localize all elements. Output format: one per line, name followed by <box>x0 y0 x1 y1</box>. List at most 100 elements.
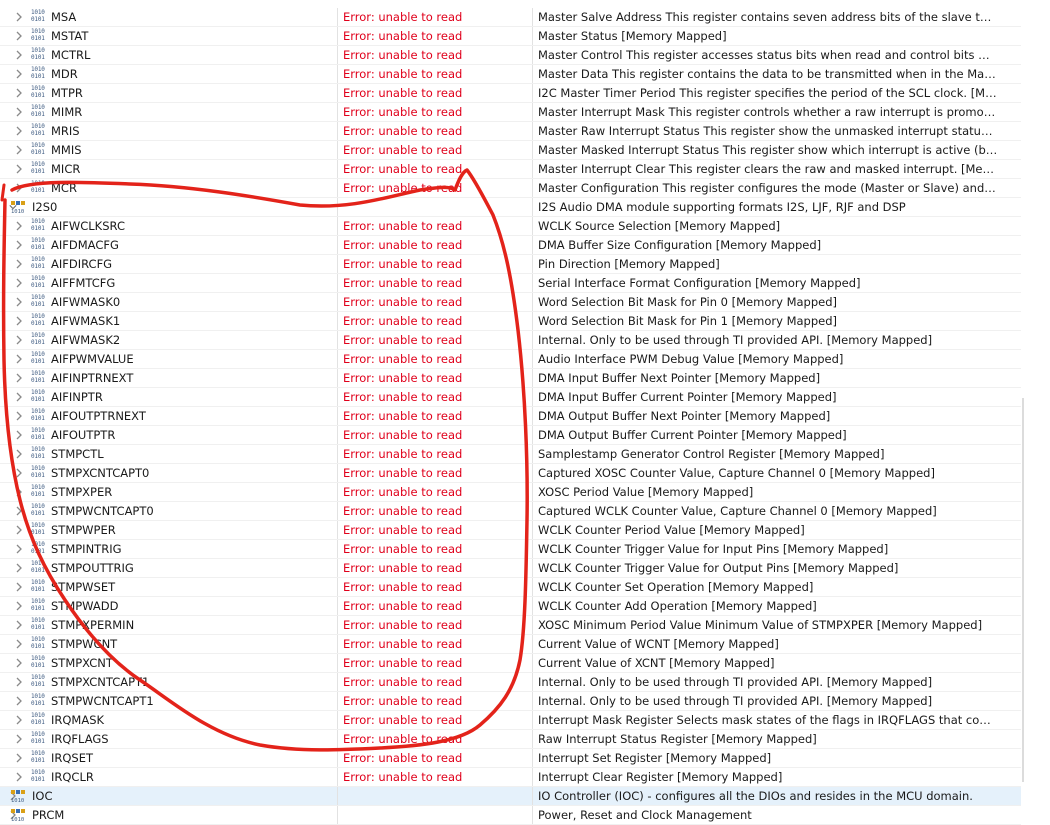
register-row[interactable]: 1010 0101 MICR Error: unable to read Master… <box>0 160 1021 179</box>
description-cell: Master Masked Interrupt Status This regi… <box>533 141 1021 159</box>
register-row[interactable]: 1010 0101 MCTRL Error: unable to read Maste… <box>0 46 1021 65</box>
register-row[interactable]: 1010 0101 STMPXCNTCAPT1 Error: unable to r… <box>0 673 1021 692</box>
register-row[interactable]: 1010 0101 STMPWCNTCAPT1 Error: unable to r… <box>0 692 1021 711</box>
chevron-right-icon[interactable] <box>14 523 24 537</box>
peripheral-row[interactable]: 1010 IOC IO Controller (IOC) - configures … <box>0 787 1021 806</box>
register-row[interactable]: 1010 0101 AIFOUTPTR Error: unable to read D… <box>0 426 1021 445</box>
register-row[interactable]: 1010 0101 MTPR Error: unable to read I2C Ma… <box>0 84 1021 103</box>
register-row[interactable]: 1010 0101 STMPCTL Error: unable to read Sam… <box>0 445 1021 464</box>
register-row[interactable]: 1010 0101 AIFWMASK0 Error: unable to read W… <box>0 293 1021 312</box>
chevron-right-icon[interactable] <box>14 124 24 138</box>
chevron-right-icon[interactable] <box>14 542 24 556</box>
chevron-right-icon[interactable] <box>14 143 24 157</box>
register-row[interactable]: 1010 0101 STMPOUTTRIG Error: unable to rea… <box>0 559 1021 578</box>
register-row[interactable]: 1010 0101 IRQFLAGS Error: unable to read Ra… <box>0 730 1021 749</box>
chevron-right-icon[interactable] <box>14 314 24 328</box>
scrollbar-thumb[interactable] <box>1022 398 1024 782</box>
register-row[interactable]: 1010 0101 AIFFMTCFG Error: unable to read S… <box>0 274 1021 293</box>
chevron-right-icon[interactable] <box>14 637 24 651</box>
register-row[interactable]: 1010 0101 AIFWCLKSRC Error: unable to read… <box>0 217 1021 236</box>
chevron-right-icon[interactable] <box>14 504 24 518</box>
chevron-right-icon[interactable] <box>14 485 24 499</box>
description-text: Power, Reset and Clock Management <box>538 808 752 822</box>
name-cell: 1010 0101 AIFINPTRNEXT <box>0 369 338 387</box>
chevron-right-icon[interactable] <box>14 447 24 461</box>
chevron-right-icon[interactable] <box>14 618 24 632</box>
register-row[interactable]: 1010 0101 STMPXPER Error: unable to read XO… <box>0 483 1021 502</box>
chevron-right-icon[interactable] <box>14 751 24 765</box>
register-row[interactable]: 1010 0101 AIFDMACFG Error: unable to read D… <box>0 236 1021 255</box>
register-row[interactable]: 1010 0101 IRQMASK Error: unable to read Int… <box>0 711 1021 730</box>
register-row[interactable]: 1010 0101 AIFOUTPTRNEXT Error: unable to r… <box>0 407 1021 426</box>
register-row[interactable]: 1010 0101 AIFPWMVALUE Error: unable to rea… <box>0 350 1021 369</box>
chevron-right-icon[interactable] <box>14 713 24 727</box>
chevron-right-icon[interactable] <box>14 732 24 746</box>
register-row[interactable]: 1010 0101 AIFWMASK2 Error: unable to read I… <box>0 331 1021 350</box>
chevron-right-icon[interactable] <box>14 219 24 233</box>
description-text: Master Masked Interrupt Status This regi… <box>538 143 998 157</box>
chevron-right-icon[interactable] <box>14 580 24 594</box>
chevron-right-icon[interactable] <box>14 675 24 689</box>
chevron-right-icon[interactable] <box>14 29 24 43</box>
register-row[interactable]: 1010 0101 MSA Error: unable to read Master … <box>0 8 1021 27</box>
register-row[interactable]: 1010 0101 STMPWCNT Error: unable to read Cu… <box>0 635 1021 654</box>
register-row[interactable]: 1010 0101 AIFWMASK1 Error: unable to read W… <box>0 312 1021 331</box>
register-row[interactable]: 1010 0101 MRIS Error: unable to read Master… <box>0 122 1021 141</box>
name-cell: 1010 0101 STMPXPER <box>0 483 338 501</box>
register-row[interactable]: 1010 0101 MMIS Error: unable to read Master… <box>0 141 1021 160</box>
description-text: Samplestamp Generator Control Register [… <box>538 447 885 461</box>
register-row[interactable]: 1010 0101 STMPWCNTCAPT0 Error: unable to r… <box>0 502 1021 521</box>
chevron-right-icon[interactable] <box>14 561 24 575</box>
chevron-right-icon[interactable] <box>14 10 24 24</box>
value-cell: Error: unable to read <box>338 103 533 121</box>
chevron-right-icon[interactable] <box>14 276 24 290</box>
register-row[interactable]: 1010 0101 AIFINPTR Error: unable to read DM… <box>0 388 1021 407</box>
register-row[interactable]: 1010 0101 IRQSET Error: unable to read Inte… <box>0 749 1021 768</box>
chevron-right-icon[interactable] <box>14 599 24 613</box>
register-row[interactable]: 1010 0101 MIMR Error: unable to read Master… <box>0 103 1021 122</box>
chevron-right-icon[interactable] <box>14 694 24 708</box>
chevron-right-icon[interactable] <box>14 409 24 423</box>
name-cell: 1010 0101 MCTRL <box>0 46 338 64</box>
register-row[interactable]: 1010 0101 STMPWSET Error: unable to read WC… <box>0 578 1021 597</box>
chevron-right-icon[interactable] <box>14 238 24 252</box>
register-row[interactable]: 1010 0101 MCR Error: unable to read Master … <box>0 179 1021 198</box>
register-row[interactable]: 1010 0101 MSTAT Error: unable to read Maste… <box>0 27 1021 46</box>
chevron-right-icon[interactable] <box>14 181 24 195</box>
chevron-right-icon[interactable] <box>14 770 24 784</box>
chevron-right-icon[interactable] <box>14 105 24 119</box>
description-cell: Master Interrupt Clear This register cle… <box>533 160 1021 178</box>
chevron-right-icon[interactable] <box>14 656 24 670</box>
chevron-right-icon[interactable] <box>14 428 24 442</box>
name-cell: 1010 0101 STMPWSET <box>0 578 338 596</box>
value-cell: Error: unable to read <box>338 255 533 273</box>
register-row[interactable]: 1010 0101 IRQCLR Error: unable to read Inte… <box>0 768 1021 787</box>
chevron-right-icon[interactable] <box>14 257 24 271</box>
chevron-right-icon[interactable] <box>14 295 24 309</box>
description-cell: DMA Output Buffer Next Pointer [Memory M… <box>533 407 1021 425</box>
register-row[interactable]: 1010 0101 STMPXCNT Error: unable to read Cu… <box>0 654 1021 673</box>
register-row[interactable]: 1010 0101 STMPWADD Error: unable to read WC… <box>0 597 1021 616</box>
row-name-label: I2S0 <box>32 200 58 214</box>
peripheral-row[interactable]: 1010 I2S0 I2S Audio DMA module supporting … <box>0 198 1021 217</box>
chevron-right-icon[interactable] <box>14 48 24 62</box>
chevron-right-icon[interactable] <box>14 466 24 480</box>
register-row[interactable]: 1010 0101 AIFINPTRNEXT Error: unable to re… <box>0 369 1021 388</box>
chevron-right-icon[interactable] <box>14 333 24 347</box>
register-row[interactable]: 1010 0101 AIFDIRCFG Error: unable to read P… <box>0 255 1021 274</box>
chevron-right-icon[interactable] <box>14 352 24 366</box>
description-cell: WCLK Counter Trigger Value for Output Pi… <box>533 559 1021 577</box>
chevron-right-icon[interactable] <box>14 67 24 81</box>
register-row[interactable]: 1010 0101 STMPXPERMIN Error: unable to rea… <box>0 616 1021 635</box>
peripheral-row[interactable]: 1010 PRCM Power, Reset and Clock Managemen… <box>0 806 1021 825</box>
chevron-right-icon[interactable] <box>14 390 24 404</box>
register-row[interactable]: 1010 0101 STMPXCNTCAPT0 Error: unable to r… <box>0 464 1021 483</box>
register-row[interactable]: 1010 0101 MDR Error: unable to read Master … <box>0 65 1021 84</box>
register-row[interactable]: 1010 0101 STMPINTRIG Error: unable to read… <box>0 540 1021 559</box>
register-row[interactable]: 1010 0101 STMPWPER Error: unable to read WC… <box>0 521 1021 540</box>
description-text: Word Selection Bit Mask for Pin 1 [Memor… <box>538 314 837 328</box>
chevron-right-icon[interactable] <box>14 86 24 100</box>
vertical-scrollbar[interactable] <box>1021 0 1050 796</box>
chevron-right-icon[interactable] <box>14 371 24 385</box>
chevron-right-icon[interactable] <box>14 162 24 176</box>
